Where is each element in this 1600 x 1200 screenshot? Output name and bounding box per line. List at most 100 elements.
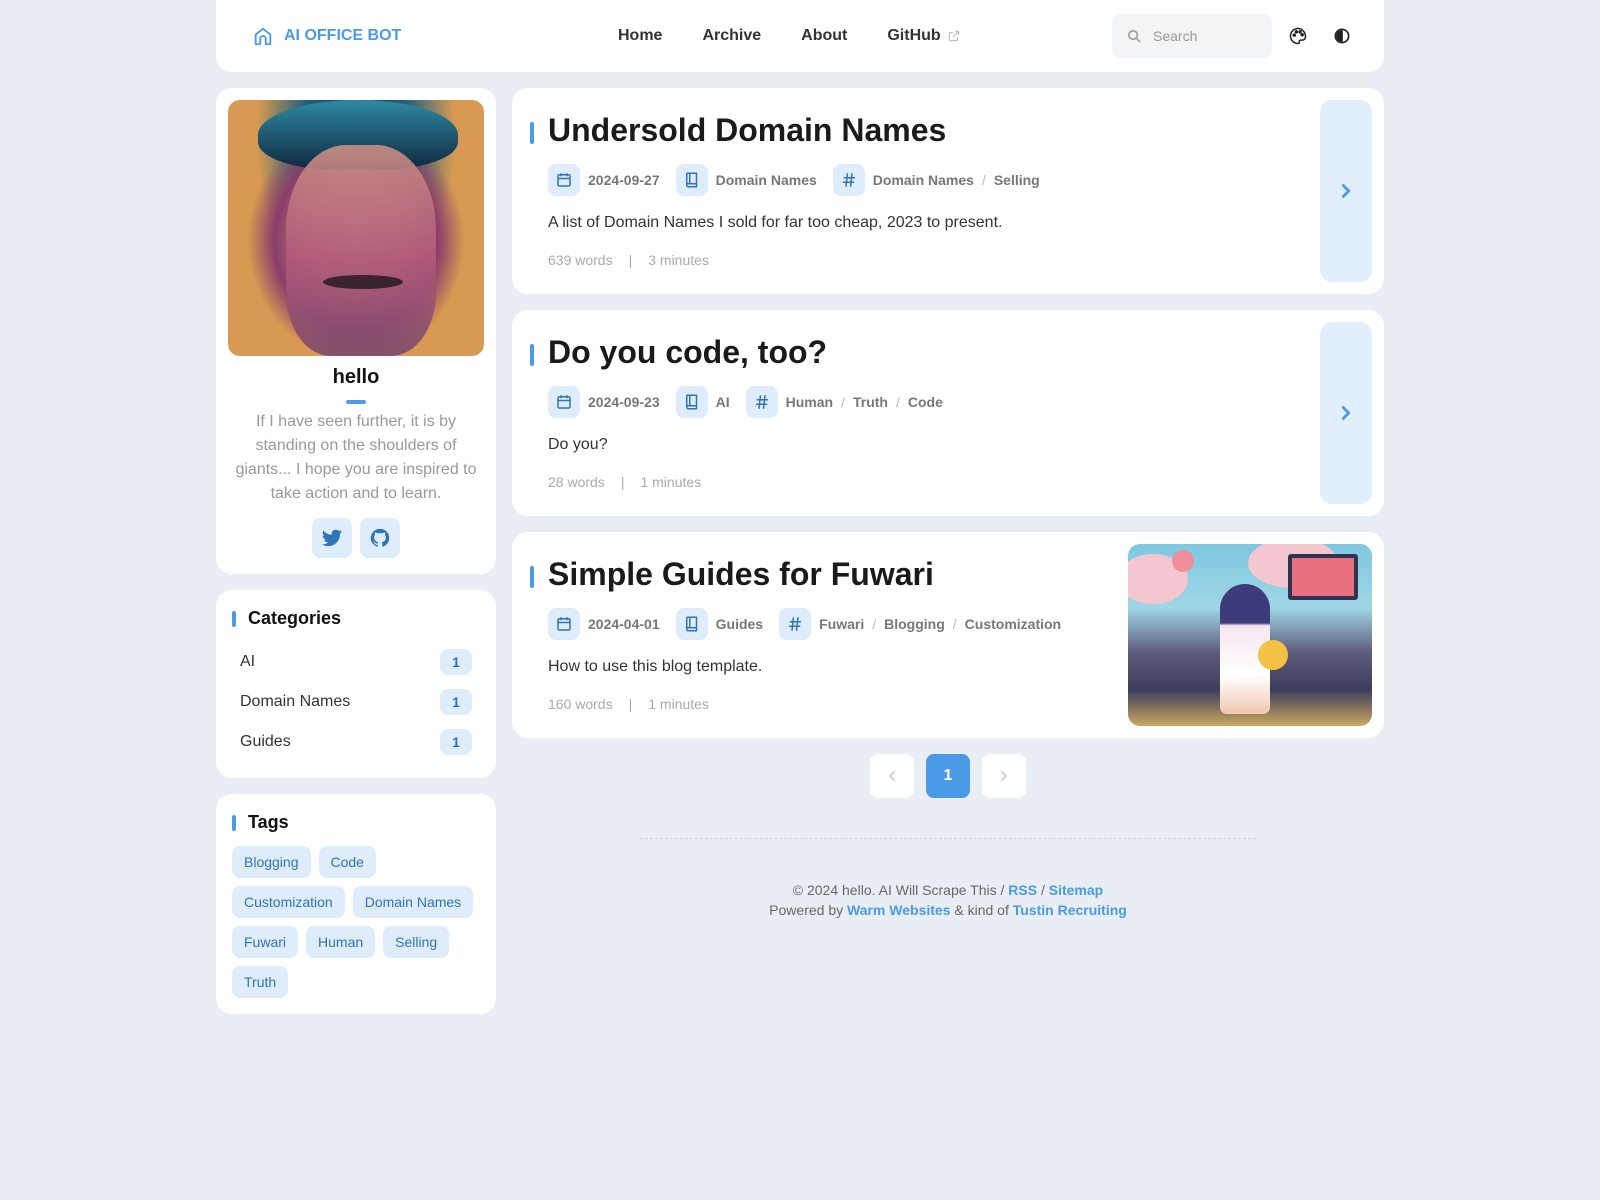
- category-count: 1: [440, 689, 472, 715]
- footer: © 2024 hello. AI Will Scrape This / RSS …: [640, 880, 1256, 920]
- post-title[interactable]: Undersold Domain Names: [548, 112, 946, 149]
- next-page-button[interactable]: [982, 754, 1026, 798]
- nav-home[interactable]: Home: [598, 19, 682, 53]
- chevron-right-icon: [1001, 771, 1007, 781]
- category-item[interactable]: Domain Names 1: [224, 682, 488, 722]
- post-tag-link[interactable]: Human: [786, 394, 833, 410]
- category-count: 1: [440, 729, 472, 755]
- post-description: A list of Domain Names I sold for far to…: [548, 214, 1003, 231]
- sitemap-link[interactable]: Sitemap: [1049, 882, 1103, 898]
- powered-by-text: Powered by: [769, 902, 847, 918]
- post-category-link[interactable]: AI: [716, 394, 730, 410]
- copyright-text: © 2024 hello. AI Will Scrape This /: [792, 882, 1009, 898]
- warm-websites-link[interactable]: Warm Websites: [847, 902, 950, 918]
- tag-item[interactable]: Selling: [383, 926, 450, 958]
- cover-sign: [1288, 554, 1358, 600]
- post-title[interactable]: Simple Guides for Fuwari: [548, 556, 934, 593]
- title-accent-bar: [530, 122, 534, 144]
- search-box[interactable]: [1112, 14, 1272, 58]
- rss-link[interactable]: RSS: [1008, 882, 1037, 898]
- post-tags: Fuwari / Blogging / Customization: [779, 608, 1061, 640]
- word-count: 28 words: [548, 474, 605, 490]
- twitter-icon: [321, 529, 343, 547]
- tag-item[interactable]: Fuwari: [232, 926, 299, 958]
- post-description: How to use this blog template.: [548, 658, 763, 675]
- avatar[interactable]: [228, 100, 484, 356]
- tag-item[interactable]: Human: [306, 926, 376, 958]
- profile-name: hello: [332, 366, 380, 388]
- post-stats: 28 words | 1 minutes: [548, 474, 701, 490]
- tag-item[interactable]: Blogging: [232, 846, 311, 878]
- post-meta: 2024-09-27 Domain Names Domain Names / S…: [548, 164, 1056, 196]
- brand-link[interactable]: AI OFFICE BOT: [252, 25, 401, 47]
- categories-widget: Categories AI 1 Domain Names 1 Guides 1: [216, 590, 496, 778]
- post-tag-link[interactable]: Selling: [994, 172, 1040, 188]
- brand-name: AI OFFICE BOT: [284, 27, 402, 44]
- chevron-right-icon: [1341, 184, 1351, 198]
- post-tag-link[interactable]: Blogging: [884, 616, 945, 632]
- open-post-button[interactable]: [1320, 322, 1372, 504]
- hashtag-icon: [745, 386, 778, 418]
- post-date: 2024-09-23: [548, 386, 660, 418]
- tag-list: Blogging Code Customization Domain Names…: [232, 846, 484, 998]
- post-title[interactable]: Do you code, too?: [548, 334, 827, 371]
- post-tag-link[interactable]: Code: [908, 394, 943, 410]
- dark-mode-toggle[interactable]: [1324, 18, 1360, 54]
- nav-about[interactable]: About: [781, 19, 867, 53]
- title-accent-bar: [530, 344, 534, 366]
- category-item[interactable]: AI 1: [224, 642, 488, 682]
- stats-separator: |: [620, 474, 625, 490]
- cover-plush: [1258, 640, 1288, 670]
- tags-widget: Tags Blogging Code Customization Domain …: [216, 794, 496, 1014]
- github-button[interactable]: [360, 518, 400, 558]
- nav-github[interactable]: GitHub: [867, 19, 980, 53]
- post-date: 2024-04-01: [548, 608, 660, 640]
- hashtag-icon: [832, 164, 865, 196]
- title-accent-bar: [232, 814, 236, 831]
- page-1-button[interactable]: 1: [926, 754, 970, 798]
- navbar: AI OFFICE BOT Home Archive About GitHub: [216, 0, 1384, 72]
- main-nav: Home Archive About GitHub: [598, 0, 981, 72]
- theme-color-button[interactable]: [1280, 18, 1316, 54]
- tag-item[interactable]: Customization: [232, 886, 345, 918]
- tag-item[interactable]: Domain Names: [352, 886, 474, 918]
- tustin-recruiting-link[interactable]: Tustin Recruiting: [1013, 902, 1127, 918]
- reading-time: 1 minutes: [648, 696, 709, 712]
- pagination: 1: [870, 754, 1026, 798]
- footer-separator: /: [1037, 882, 1049, 898]
- reading-time: 3 minutes: [648, 252, 709, 268]
- profile-card: hello If I have seen further, it is by s…: [216, 88, 496, 574]
- post-category-link[interactable]: Domain Names: [716, 172, 817, 188]
- post-category-link[interactable]: Guides: [716, 616, 763, 632]
- social-links: [312, 518, 400, 558]
- post-tag-link[interactable]: Fuwari: [819, 616, 864, 632]
- theme-toggle-icon: [1334, 28, 1350, 44]
- post-date-text: 2024-09-27: [588, 172, 660, 188]
- footer-line-2: Powered by Warm Websites & kind of Tusti…: [640, 900, 1256, 920]
- book-icon: [675, 164, 708, 196]
- calendar-icon: [548, 608, 580, 640]
- post-tag-link[interactable]: Customization: [965, 616, 1061, 632]
- twitter-button[interactable]: [312, 518, 352, 558]
- category-label: Guides: [240, 733, 291, 750]
- chevron-right-icon: [1341, 406, 1351, 420]
- tag-item[interactable]: Code: [318, 846, 376, 878]
- post-tags: Human / Truth / Code: [745, 386, 943, 418]
- categories-title-text: Categories: [248, 608, 342, 628]
- post-tag-link[interactable]: Truth: [853, 394, 888, 410]
- nav-archive[interactable]: Archive: [682, 19, 781, 53]
- word-count: 160 words: [548, 696, 613, 712]
- footer-divider: [640, 838, 1256, 839]
- post-tags: Domain Names / Selling: [832, 164, 1040, 196]
- category-list: AI 1 Domain Names 1 Guides 1: [224, 642, 488, 762]
- category-item[interactable]: Guides 1: [224, 722, 488, 762]
- search-input[interactable]: [1153, 28, 1253, 44]
- post-tag-link[interactable]: Domain Names: [873, 172, 974, 188]
- post-card: Undersold Domain Names 2024-09-27 Domain…: [512, 88, 1384, 294]
- prev-page-button[interactable]: [870, 754, 914, 798]
- post-cover-image[interactable]: [1128, 544, 1372, 726]
- tag-separator: /: [872, 616, 877, 632]
- open-post-button[interactable]: [1320, 100, 1372, 282]
- cover-balloon: [1172, 550, 1194, 572]
- tag-item[interactable]: Truth: [232, 966, 289, 998]
